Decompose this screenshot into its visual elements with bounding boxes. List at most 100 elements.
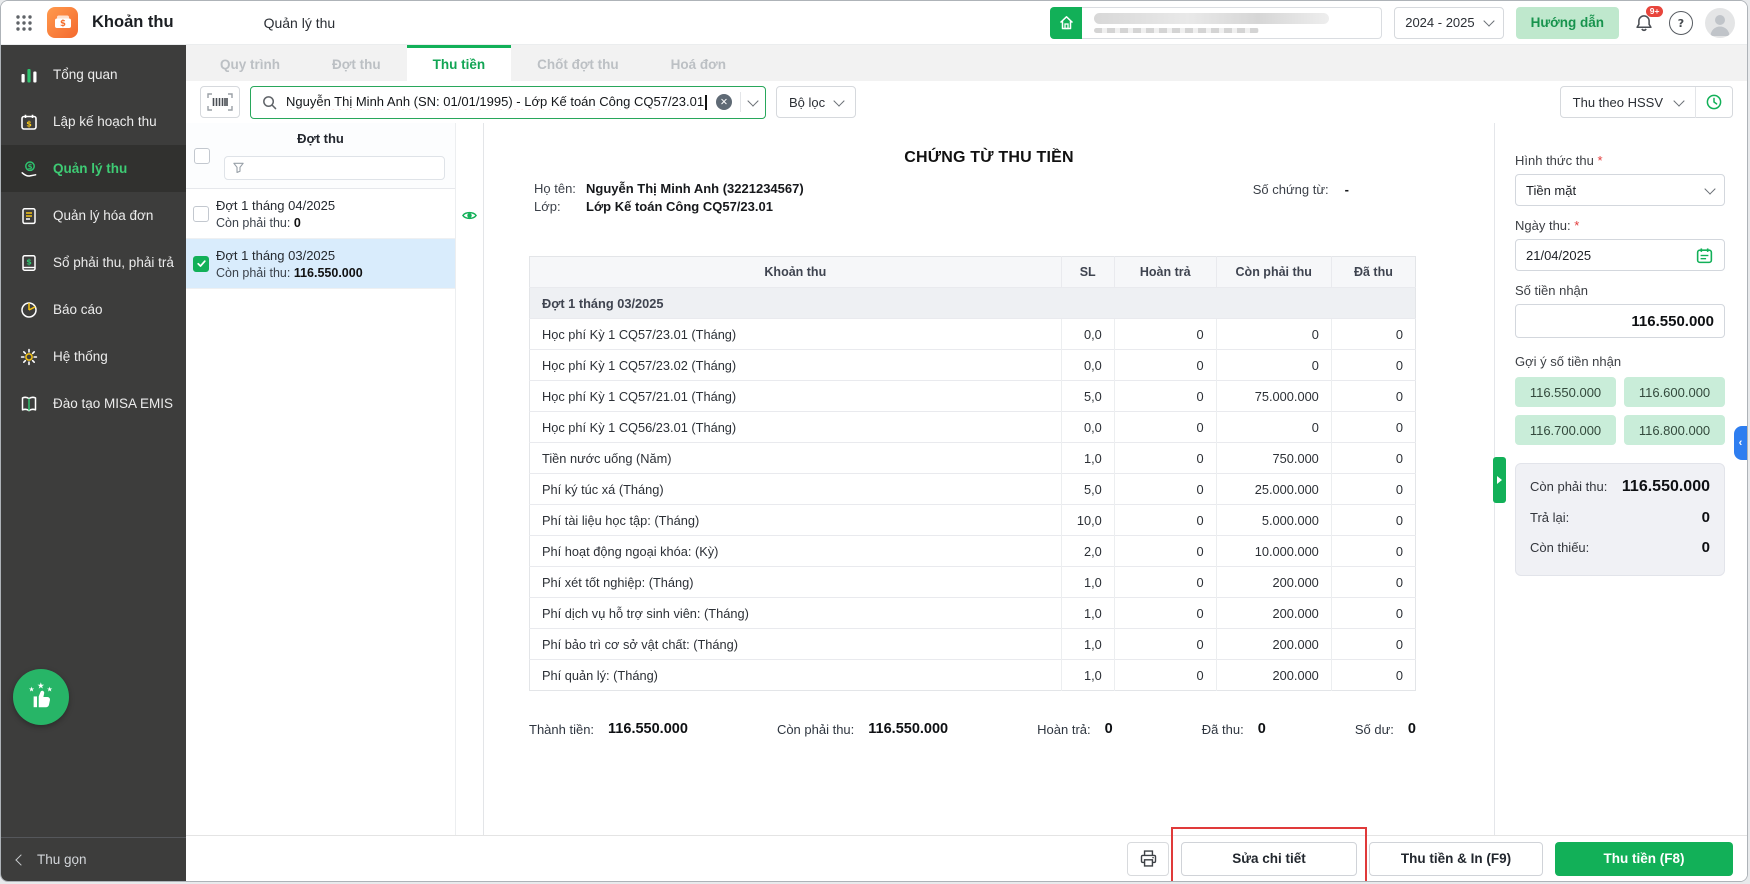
amount-received-input[interactable]: 116.550.000 bbox=[1515, 304, 1725, 338]
sidebar-item-label: Đào tạo MISA EMIS bbox=[53, 396, 173, 411]
tab-hoa-don[interactable]: Hoá đơn bbox=[645, 45, 752, 81]
batch-filter-input[interactable] bbox=[224, 156, 445, 180]
amount-suggestion-button[interactable]: 116.550.000 bbox=[1515, 377, 1616, 407]
fee-row[interactable]: Phí tài liệu học tập: (Tháng)10,005.000.… bbox=[530, 505, 1416, 536]
arrow-right-icon bbox=[1497, 476, 1502, 484]
fee-row[interactable]: Học phí Kỳ 1 CQ57/21.01 (Tháng)5,0075.00… bbox=[530, 381, 1416, 412]
suggest-label: Gợi ý số tiền nhận bbox=[1515, 354, 1725, 369]
batch-checkbox[interactable] bbox=[193, 206, 209, 222]
history-clock-icon[interactable] bbox=[1696, 87, 1732, 118]
filter-button[interactable]: Bộ lọc bbox=[776, 86, 856, 118]
sidebar-item-bao-cao[interactable]: Báo cáo bbox=[1, 286, 186, 333]
fee-remaining: 200.000 bbox=[1216, 660, 1331, 691]
chevron-down-icon bbox=[833, 95, 844, 106]
clear-search-icon[interactable]: ✕ bbox=[716, 94, 732, 110]
edit-detail-button[interactable]: Sửa chi tiết bbox=[1181, 842, 1357, 876]
fee-remaining: 0 bbox=[1216, 319, 1331, 350]
fee-name: Phí bảo trì cơ sở vật chất: (Tháng) bbox=[530, 629, 1062, 660]
feedback-thumbs-up-button[interactable]: ★★★ bbox=[13, 669, 69, 725]
sidebar-item-he-thong[interactable]: Hệ thống bbox=[1, 333, 186, 380]
notification-bell-icon[interactable]: 9+ bbox=[1631, 10, 1657, 36]
top-menu-quan-ly-thu[interactable]: Quản lý thu bbox=[264, 15, 336, 31]
fee-name: Phí quản lý: (Tháng) bbox=[530, 660, 1062, 691]
calendar-icon[interactable] bbox=[1695, 246, 1714, 265]
amount-suggestion-button[interactable]: 116.800.000 bbox=[1624, 415, 1725, 445]
fee-row[interactable]: Phí bảo trì cơ sở vật chất: (Tháng)1,002… bbox=[530, 629, 1416, 660]
print-button[interactable] bbox=[1127, 842, 1169, 876]
user-avatar[interactable] bbox=[1705, 8, 1735, 38]
collect-mode-select[interactable]: Thu theo HSSV bbox=[1560, 86, 1733, 118]
fee-collected: 0 bbox=[1331, 567, 1415, 598]
select-all-checkbox[interactable] bbox=[194, 148, 210, 164]
tab-chot-dot-thu[interactable]: Chốt đợt thu bbox=[511, 45, 645, 81]
tab-quy-trinh[interactable]: Quy trình bbox=[194, 45, 306, 81]
search-icon bbox=[261, 94, 278, 111]
student-search-input[interactable]: Nguyễn Thị Minh Anh (SN: 01/01/1995) - L… bbox=[250, 86, 766, 119]
collect-date-input[interactable]: 21/04/2025 bbox=[1515, 239, 1725, 271]
school-selector[interactable] bbox=[1050, 7, 1382, 39]
barcode-scan-button[interactable] bbox=[200, 86, 240, 118]
svg-text:$: $ bbox=[28, 162, 33, 170]
fee-row[interactable]: Phí dịch vụ hỗ trợ sinh viên: (Tháng)1,0… bbox=[530, 598, 1416, 629]
collect-money-button[interactable]: Thu tiền (F8) bbox=[1555, 842, 1733, 876]
total-value: 116.550.000 bbox=[608, 721, 688, 737]
tab-bar: Quy trìnhĐợt thuThu tiềnChốt đợt thuHoá … bbox=[186, 45, 1747, 81]
sidebar-item-quan-ly-thu[interactable]: $Quản lý thu bbox=[1, 145, 186, 192]
home-icon[interactable] bbox=[1050, 7, 1082, 39]
tab-dot-thu[interactable]: Đợt thu bbox=[306, 45, 407, 81]
sidebar: Tổng quan$Lập kế hoạch thu$Quản lý thuQu… bbox=[1, 45, 186, 881]
fee-remaining: 0 bbox=[1216, 412, 1331, 443]
fee-row[interactable]: Học phí Kỳ 1 CQ56/23.01 (Tháng)0,0000 bbox=[530, 412, 1416, 443]
chevron-down-icon bbox=[1483, 15, 1494, 26]
batch-checkbox[interactable] bbox=[193, 256, 209, 272]
expand-panel-handle[interactable] bbox=[1493, 457, 1506, 503]
fee-collected: 0 bbox=[1331, 505, 1415, 536]
fee-collected: 0 bbox=[1331, 412, 1415, 443]
fee-qty: 1,0 bbox=[1061, 660, 1114, 691]
invoice-doc-icon bbox=[18, 205, 40, 227]
total-value: 0 bbox=[1258, 721, 1266, 737]
collapse-side-handle[interactable]: ‹ bbox=[1734, 426, 1747, 460]
payment-method-select[interactable]: Tiền mặt bbox=[1515, 174, 1725, 206]
amount-suggestion-button[interactable]: 116.600.000 bbox=[1624, 377, 1725, 407]
settings-gear-icon bbox=[18, 346, 40, 368]
payment-summary-box: Còn phải thu:116.550.000Trả lại:0Còn thi… bbox=[1515, 463, 1725, 576]
toolbar: Nguyễn Thị Minh Anh (SN: 01/01/1995) - L… bbox=[186, 81, 1747, 123]
total-value: 116.550.000 bbox=[868, 721, 948, 737]
amount-suggestion-button[interactable]: 116.700.000 bbox=[1515, 415, 1616, 445]
view-receipt-eye-icon[interactable] bbox=[461, 207, 478, 227]
fee-refund: 0 bbox=[1114, 319, 1216, 350]
fee-row[interactable]: Phí quản lý: (Tháng)1,00200.0000 bbox=[530, 660, 1416, 691]
summary-value: 116.550.000 bbox=[1622, 478, 1710, 496]
batch-row-text: Đợt 1 tháng 03/2025Còn phải thu: 116.550… bbox=[216, 248, 455, 280]
summary-label: Còn phải thu: bbox=[1530, 479, 1607, 494]
fee-row[interactable]: Học phí Kỳ 1 CQ57/23.02 (Tháng)0,0000 bbox=[530, 350, 1416, 381]
sidebar-item-tong-quan[interactable]: Tổng quan bbox=[1, 51, 186, 98]
fee-row[interactable]: Phí hoạt động ngoại khóa: (Kỳ)2,0010.000… bbox=[530, 536, 1416, 567]
fee-row[interactable]: Học phí Kỳ 1 CQ57/23.01 (Tháng)0,0000 bbox=[530, 319, 1416, 350]
guide-button[interactable]: Hướng dẫn bbox=[1516, 7, 1619, 39]
fee-row[interactable]: Phí ký túc xá (Tháng)5,0025.000.0000 bbox=[530, 474, 1416, 505]
help-icon[interactable]: ? bbox=[1669, 11, 1693, 35]
fee-name: Phí xét tốt nghiệp: (Tháng) bbox=[530, 567, 1062, 598]
sidebar-item-quan-ly-hoa-don[interactable]: Quản lý hóa đơn bbox=[1, 192, 186, 239]
sidebar-item-lap-ke-hoach-thu[interactable]: $Lập kế hoạch thu bbox=[1, 98, 186, 145]
sidebar-item-so-phai-thu-phai-tra[interactable]: $Sổ phải thu, phải trả bbox=[1, 239, 186, 286]
sidebar-collapse-button[interactable]: Thu gọn bbox=[1, 837, 186, 881]
tab-thu-tien[interactable]: Thu tiền bbox=[407, 45, 512, 81]
batch-row-dot-1-thang-04-2025[interactable]: Đợt 1 tháng 04/2025Còn phải thu: 0 bbox=[186, 189, 455, 239]
chevron-down-icon[interactable] bbox=[747, 95, 758, 106]
khoan-thu-app-icon[interactable]: $ bbox=[47, 7, 78, 38]
fee-remaining: 25.000.000 bbox=[1216, 474, 1331, 505]
school-year-select[interactable]: 2024 - 2025 bbox=[1394, 7, 1503, 39]
sidebar-item-dao-tao-misa-emis[interactable]: Đào tạo MISA EMIS bbox=[1, 380, 186, 427]
school-name-redacted[interactable] bbox=[1082, 7, 1382, 39]
app-grid-icon[interactable] bbox=[13, 12, 35, 34]
fee-row[interactable]: Tiền nước uống (Năm)1,00750.0000 bbox=[530, 443, 1416, 474]
search-value[interactable]: Nguyễn Thị Minh Anh (SN: 01/01/1995) - L… bbox=[286, 94, 708, 110]
collect-and-print-button[interactable]: Thu tiền & In (F9) bbox=[1369, 842, 1543, 876]
batch-row-dot-1-thang-03-2025[interactable]: Đợt 1 tháng 03/2025Còn phải thu: 116.550… bbox=[186, 239, 455, 289]
fee-name: Học phí Kỳ 1 CQ57/23.02 (Tháng) bbox=[530, 350, 1062, 381]
fee-row[interactable]: Phí xét tốt nghiệp: (Tháng)1,00200.0000 bbox=[530, 567, 1416, 598]
school-year-value: 2024 - 2025 bbox=[1405, 15, 1474, 30]
